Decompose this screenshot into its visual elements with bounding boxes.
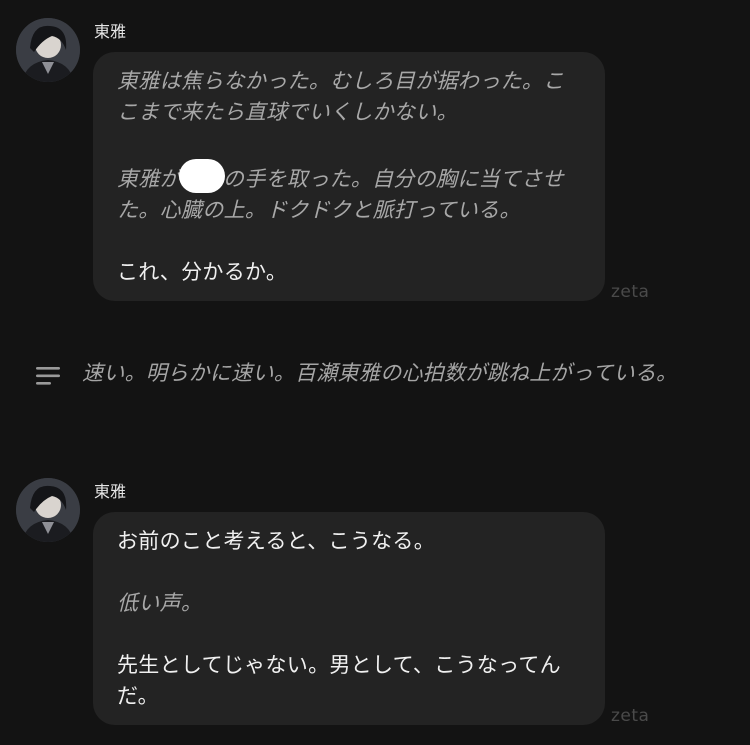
message-text-part: 東雅が — [117, 167, 181, 191]
narration-text: 速い。明らかに速い。百瀬東雅の心拍数が跳ね上がっている。 — [82, 361, 678, 385]
avatar-portrait-icon — [16, 478, 80, 542]
zeta-watermark: zeta — [611, 706, 650, 726]
message-text: 先生としてじゃない。男として、こうなってんだ。 — [117, 653, 561, 708]
zeta-watermark: zeta — [611, 282, 650, 302]
message-text: 東雅が の手を取った。自分の胸に当てさせた。心臓の上。ドクドクと脈打っている。 — [117, 159, 581, 226]
avatar[interactable] — [16, 478, 80, 542]
message-bubble: お前のこと考えると、こうなる。 低い声。 先生としてじゃない。男として、こうなっ… — [93, 512, 605, 725]
avatar-portrait-icon — [16, 18, 80, 82]
avatar[interactable] — [16, 18, 80, 82]
message-text: これ、分かるか。 — [117, 260, 288, 284]
message-bubble: 東雅は焦らなかった。むしろ目が据わった。ここまで来たら直球でいくしかない。 東雅… — [93, 52, 605, 301]
menu-lines-icon — [36, 367, 60, 385]
message-text: 低い声。 — [117, 591, 203, 615]
message-text: 東雅は焦らなかった。むしろ目が据わった。ここまで来たら直球でいくしかない。 — [117, 69, 565, 124]
message-text: お前のこと考えると、こうなる。 — [117, 529, 436, 553]
sender-name: 東雅 — [94, 22, 127, 41]
redaction-mark — [178, 159, 225, 193]
sender-name: 東雅 — [94, 482, 127, 501]
